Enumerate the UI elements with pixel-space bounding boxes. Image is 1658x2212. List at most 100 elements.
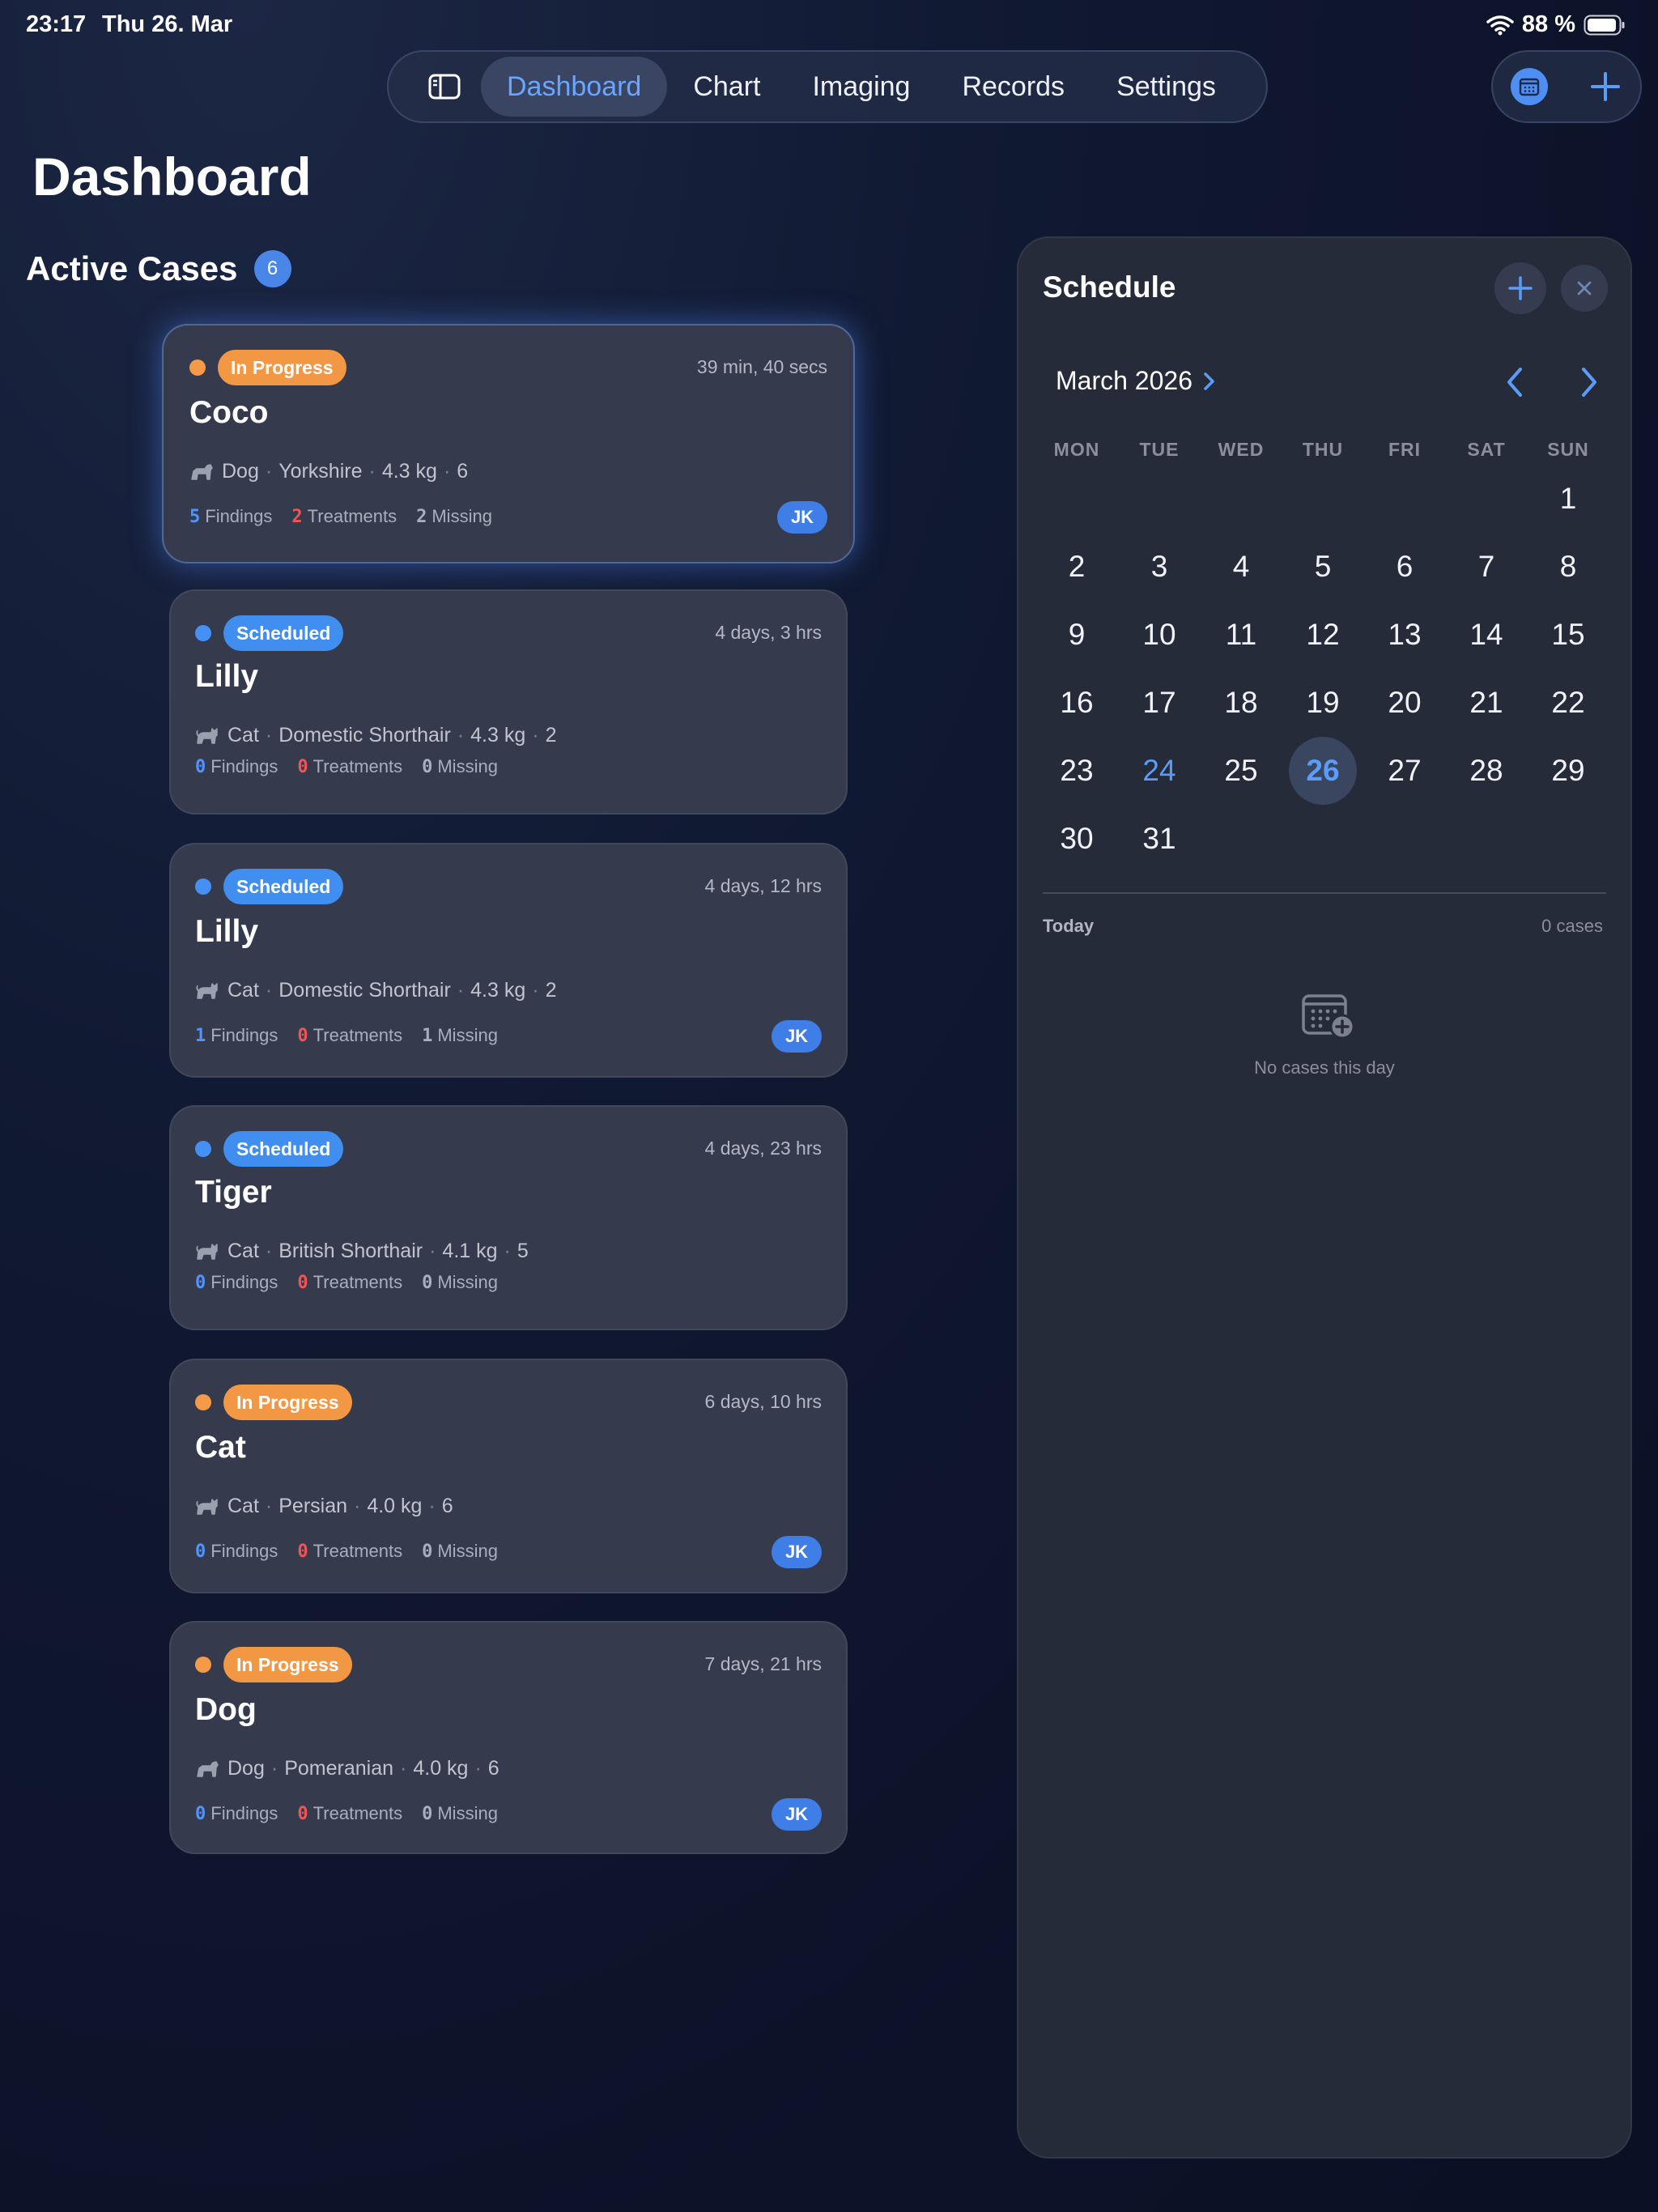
schedule-add-button[interactable]: [1494, 262, 1546, 314]
weekday-header: SAT: [1467, 439, 1506, 460]
calendar-day[interactable]: 26: [1289, 737, 1357, 805]
status-dot: [195, 625, 211, 641]
patient-name: Lilly: [195, 914, 259, 949]
battery-icon: [1584, 15, 1625, 35]
calendar-day[interactable]: 18: [1207, 669, 1275, 737]
missing-count: 0: [422, 1272, 433, 1293]
case-card[interactable]: In Progress 39 min, 40 secs Coco Dog · Yo…: [162, 324, 855, 564]
treatments-count: 0: [297, 1541, 308, 1562]
calendar-day[interactable]: 21: [1452, 669, 1520, 737]
calendar-day[interactable]: 16: [1043, 669, 1111, 737]
calendar-day[interactable]: 24: [1125, 737, 1193, 805]
patient-meta: Cat · Domestic Shorthair · 4.3 kg · 2: [195, 979, 556, 1002]
findings-count: 0: [195, 1541, 206, 1562]
calendar-day[interactable]: 2: [1043, 533, 1111, 601]
findings-label: Findings: [210, 756, 278, 776]
calendar-day[interactable]: 1: [1534, 465, 1602, 533]
previous-month-button[interactable]: [1501, 364, 1530, 404]
findings-label: Findings: [210, 1803, 278, 1823]
age: 6: [441, 1495, 453, 1517]
status-dot: [195, 878, 211, 895]
tab-records[interactable]: Records: [936, 57, 1090, 117]
active-cases-title: Active Cases: [26, 249, 238, 287]
calendar-day[interactable]: 9: [1043, 601, 1111, 669]
calendar-day[interactable]: 27: [1371, 737, 1439, 805]
tab-chart[interactable]: Chart: [667, 57, 786, 117]
treatments-label: Treatments: [307, 506, 397, 526]
findings-count: 1: [195, 1025, 206, 1046]
weight: 4.3 kg: [470, 979, 526, 1002]
case-time: 6 days, 10 hrs: [704, 1391, 822, 1412]
plus-icon: [1591, 72, 1620, 101]
calendar-day[interactable]: 19: [1289, 669, 1357, 737]
case-card[interactable]: Scheduled 4 days, 12 hrs Lilly Cat · Dome…: [169, 843, 848, 1078]
calendar-day[interactable]: 28: [1452, 737, 1520, 805]
calendar-day[interactable]: 25: [1207, 737, 1275, 805]
treatments-count: 0: [297, 756, 308, 777]
species: Cat: [227, 1240, 259, 1262]
status-dot: [189, 359, 206, 376]
missing-label: Missing: [437, 1272, 498, 1292]
case-card[interactable]: Scheduled 4 days, 3 hrs Lilly Cat · Domes…: [169, 589, 848, 815]
month-picker[interactable]: March 2026: [1056, 366, 1217, 396]
age: 6: [487, 1757, 500, 1780]
calendar-day[interactable]: 7: [1452, 533, 1520, 601]
tab-settings[interactable]: Settings: [1090, 57, 1242, 117]
cases-count-label: 0 cases: [1541, 916, 1603, 936]
calendar-day[interactable]: 30: [1043, 805, 1111, 873]
calendar-day[interactable]: 11: [1207, 601, 1275, 669]
cat-icon: [196, 1243, 218, 1260]
treatments-count: 0: [297, 1803, 308, 1824]
species: Cat: [227, 979, 259, 1002]
dog-icon: [191, 463, 213, 480]
status-dot: [195, 1394, 211, 1410]
calendar-day[interactable]: 10: [1125, 601, 1193, 669]
calendar-day[interactable]: 17: [1125, 669, 1193, 737]
assignee-avatar[interactable]: JK: [772, 1020, 822, 1053]
add-button[interactable]: [1587, 68, 1624, 105]
calendar-day[interactable]: 3: [1125, 533, 1193, 601]
calendar-day[interactable]: 13: [1371, 601, 1439, 669]
patient-name: Cat: [195, 1430, 246, 1465]
calendar-day[interactable]: 31: [1125, 805, 1193, 873]
case-card[interactable]: In Progress 6 days, 10 hrs Cat Cat · Pers…: [169, 1359, 848, 1593]
calendar-day[interactable]: 5: [1289, 533, 1357, 601]
assignee-avatar[interactable]: JK: [772, 1798, 822, 1831]
tab-dashboard[interactable]: Dashboard: [481, 57, 668, 117]
schedule-close-button[interactable]: [1561, 265, 1608, 312]
sidebar-toggle-button[interactable]: [408, 57, 481, 117]
missing-count: 0: [422, 1541, 433, 1562]
case-time: 4 days, 12 hrs: [704, 875, 822, 896]
calendar-day[interactable]: 4: [1207, 533, 1275, 601]
calendar-day[interactable]: 15: [1534, 601, 1602, 669]
wifi-icon: [1486, 15, 1514, 35]
calendar-day[interactable]: 12: [1289, 601, 1357, 669]
findings-count: 0: [195, 1803, 206, 1824]
calendar-day[interactable]: 29: [1534, 737, 1602, 805]
case-counts: 0 Findings 0 Treatments 0 Missing: [195, 1272, 498, 1293]
calendar-toggle-button[interactable]: [1511, 68, 1548, 105]
treatments-count: 2: [291, 506, 303, 527]
today-label: Today: [1043, 916, 1095, 936]
calendar-day[interactable]: 20: [1371, 669, 1439, 737]
calendar-day[interactable]: 22: [1534, 669, 1602, 737]
tab-imaging[interactable]: Imaging: [786, 57, 936, 117]
calendar-day[interactable]: 8: [1534, 533, 1602, 601]
findings-label: Findings: [210, 1025, 278, 1045]
age: 5: [517, 1240, 529, 1262]
case-card[interactable]: In Progress 7 days, 21 hrs Dog Dog · Pome…: [169, 1621, 848, 1854]
active-cases-count-badge: 6: [253, 250, 291, 287]
calendar-day[interactable]: 23: [1043, 737, 1111, 805]
next-month-button[interactable]: [1574, 364, 1603, 404]
missing-label: Missing: [437, 1541, 498, 1561]
breed: Pomeranian: [284, 1757, 394, 1780]
assignee-avatar[interactable]: JK: [777, 501, 827, 534]
status-indicators: 88 %: [1486, 11, 1626, 38]
case-card[interactable]: Scheduled 4 days, 23 hrs Tiger Cat · Brit…: [169, 1105, 848, 1330]
treatments-label: Treatments: [312, 756, 403, 776]
calendar-day[interactable]: 14: [1452, 601, 1520, 669]
calendar-day[interactable]: 6: [1371, 533, 1439, 601]
assignee-avatar[interactable]: JK: [772, 1536, 822, 1568]
missing-count: 0: [422, 1803, 433, 1824]
weight: 4.0 kg: [413, 1757, 469, 1780]
